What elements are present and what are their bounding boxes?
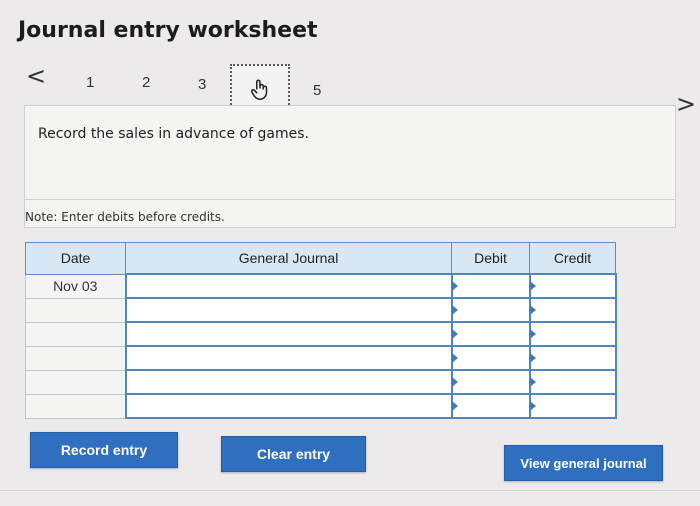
- debit-input[interactable]: [450, 297, 531, 323]
- date-cell: [25, 345, 126, 371]
- account-input[interactable]: [124, 369, 453, 395]
- record-entry-button[interactable]: Record entry: [30, 432, 178, 468]
- debit-input[interactable]: [450, 345, 531, 371]
- table-row: [25, 321, 617, 347]
- credit-input[interactable]: [528, 297, 617, 323]
- clear-entry-button[interactable]: Clear entry: [221, 436, 366, 472]
- step-2[interactable]: 2: [142, 74, 150, 91]
- page-title: Journal entry worksheet: [18, 18, 318, 43]
- account-input[interactable]: [124, 345, 453, 371]
- account-input[interactable]: [124, 297, 453, 323]
- date-header: Date: [25, 242, 126, 275]
- account-input[interactable]: [124, 321, 453, 347]
- step-1[interactable]: 1: [86, 74, 94, 91]
- table-row: [25, 297, 617, 323]
- step-5[interactable]: 5: [313, 82, 321, 99]
- note-panel: Note: Enter debits before credits.: [24, 200, 676, 228]
- journal-table: Date General Journal Debit Credit Nov 03: [25, 242, 617, 419]
- date-cell: [25, 393, 126, 419]
- note-text: Note: Enter debits before credits.: [25, 210, 225, 224]
- table-row: [25, 345, 617, 371]
- credit-input[interactable]: [528, 369, 617, 395]
- credit-input[interactable]: [528, 393, 617, 419]
- credit-input[interactable]: [528, 273, 617, 299]
- date-cell: [25, 297, 126, 323]
- step-3[interactable]: 3: [198, 76, 206, 93]
- general-journal-header: General Journal: [125, 242, 452, 275]
- table-row: Nov 03: [25, 273, 617, 299]
- chevron-right-icon[interactable]: >: [676, 90, 696, 118]
- instruction-panel: Record the sales in advance of games.: [24, 105, 676, 200]
- credit-input[interactable]: [528, 321, 617, 347]
- date-cell: Nov 03: [25, 273, 126, 299]
- divider: [0, 490, 700, 491]
- date-cell: [25, 369, 126, 395]
- credit-header: Credit: [529, 242, 616, 275]
- credit-input[interactable]: [528, 345, 617, 371]
- chevron-left-icon[interactable]: <: [26, 62, 46, 90]
- table-header-row: Date General Journal Debit Credit: [25, 242, 616, 275]
- debit-input[interactable]: [450, 273, 531, 299]
- hand-pointer-icon: [250, 79, 268, 100]
- debit-input[interactable]: [450, 321, 531, 347]
- debit-input[interactable]: [450, 369, 531, 395]
- view-general-journal-button[interactable]: View general journal: [504, 445, 663, 481]
- account-input[interactable]: [124, 393, 453, 419]
- table-row: [25, 369, 617, 395]
- account-input[interactable]: [124, 273, 453, 299]
- date-cell: [25, 321, 126, 347]
- debit-input[interactable]: [450, 393, 531, 419]
- debit-header: Debit: [451, 242, 530, 275]
- instruction-text: Record the sales in advance of games.: [38, 126, 309, 142]
- table-row: [25, 393, 617, 419]
